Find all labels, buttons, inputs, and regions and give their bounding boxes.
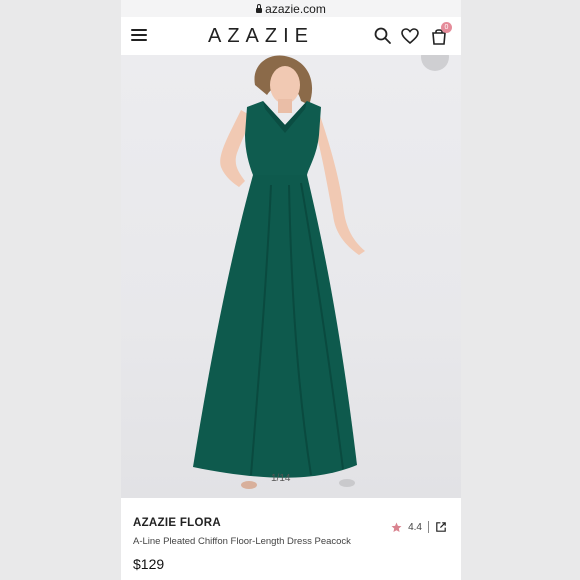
gallery-counter: 1/14: [271, 473, 291, 484]
star-icon: [391, 522, 402, 532]
cart-button[interactable]: 0: [429, 22, 452, 46]
browser-url-bar[interactable]: azazie.com: [121, 0, 461, 17]
hamburger-menu-icon[interactable]: [131, 29, 147, 41]
rating-area: 4.4: [391, 521, 447, 533]
cart-count-badge: 0: [441, 22, 452, 33]
url-text: azazie.com: [265, 1, 326, 16]
site-header: AZAZIE 0: [121, 17, 461, 56]
product-brand[interactable]: AZAZIE FLORA: [133, 517, 221, 529]
search-icon[interactable]: [373, 26, 393, 46]
product-info: AZAZIE FLORA A-Line Pleated Chiffon Floo…: [121, 498, 461, 580]
heart-icon[interactable]: [400, 26, 420, 46]
external-link-icon[interactable]: [435, 521, 447, 533]
model-photo: [193, 55, 365, 489]
left-backdrop: [0, 0, 121, 580]
rating-value[interactable]: 4.4: [408, 522, 422, 533]
lock-icon: [256, 4, 263, 13]
product-price: $129: [133, 556, 165, 572]
product-image[interactable]: 1/14: [121, 55, 461, 498]
divider: [428, 521, 429, 533]
phone-screen: azazie.com AZAZIE 0 1/14 AZAZIE FLORA A-…: [121, 0, 461, 580]
product-title: A-Line Pleated Chiffon Floor-Length Dres…: [133, 536, 351, 547]
right-backdrop: [461, 0, 580, 580]
brand-logo[interactable]: AZAZIE: [203, 25, 319, 48]
